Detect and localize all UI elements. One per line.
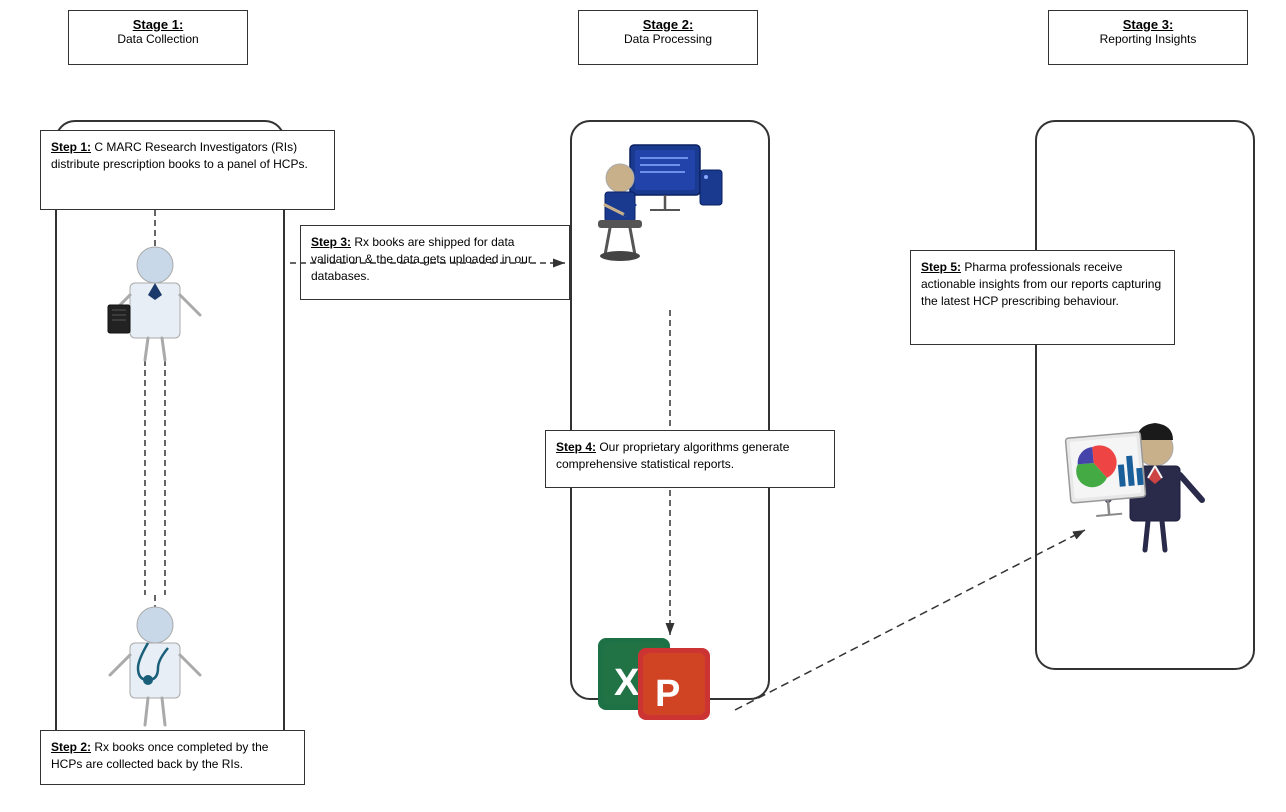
step5-box: Step 5: Pharma professionals receive act… (910, 250, 1175, 345)
stage3-subtitle: Reporting Insights (1059, 32, 1237, 46)
stage3-title: Stage 3: (1059, 17, 1237, 32)
step3-label: Step 3: (311, 235, 351, 249)
step5-label: Step 5: (921, 260, 961, 274)
stage1-container (55, 120, 285, 780)
step2-box: Step 2: Rx books once completed by the H… (40, 730, 305, 785)
step1-label: Step 1: (51, 140, 91, 154)
stage1-header: Stage 1: Data Collection (68, 10, 248, 65)
stage2-container (570, 120, 770, 700)
stage3-container (1035, 120, 1255, 670)
stage2-header: Stage 2: Data Processing (578, 10, 758, 65)
step1-box: Step 1: C MARC Research Investigators (R… (40, 130, 335, 210)
stage1-subtitle: Data Collection (79, 32, 237, 46)
step3-box: Step 3: Rx books are shipped for data va… (300, 225, 570, 300)
stage2-subtitle: Data Processing (589, 32, 747, 46)
stage2-title: Stage 2: (589, 17, 747, 32)
stage3-header: Stage 3: Reporting Insights (1048, 10, 1248, 65)
stage1-title: Stage 1: (79, 17, 237, 32)
step4-label: Step 4: (556, 440, 596, 454)
step2-label: Step 2: (51, 740, 91, 754)
step4-box: Step 4: Our proprietary algorithms gener… (545, 430, 835, 488)
